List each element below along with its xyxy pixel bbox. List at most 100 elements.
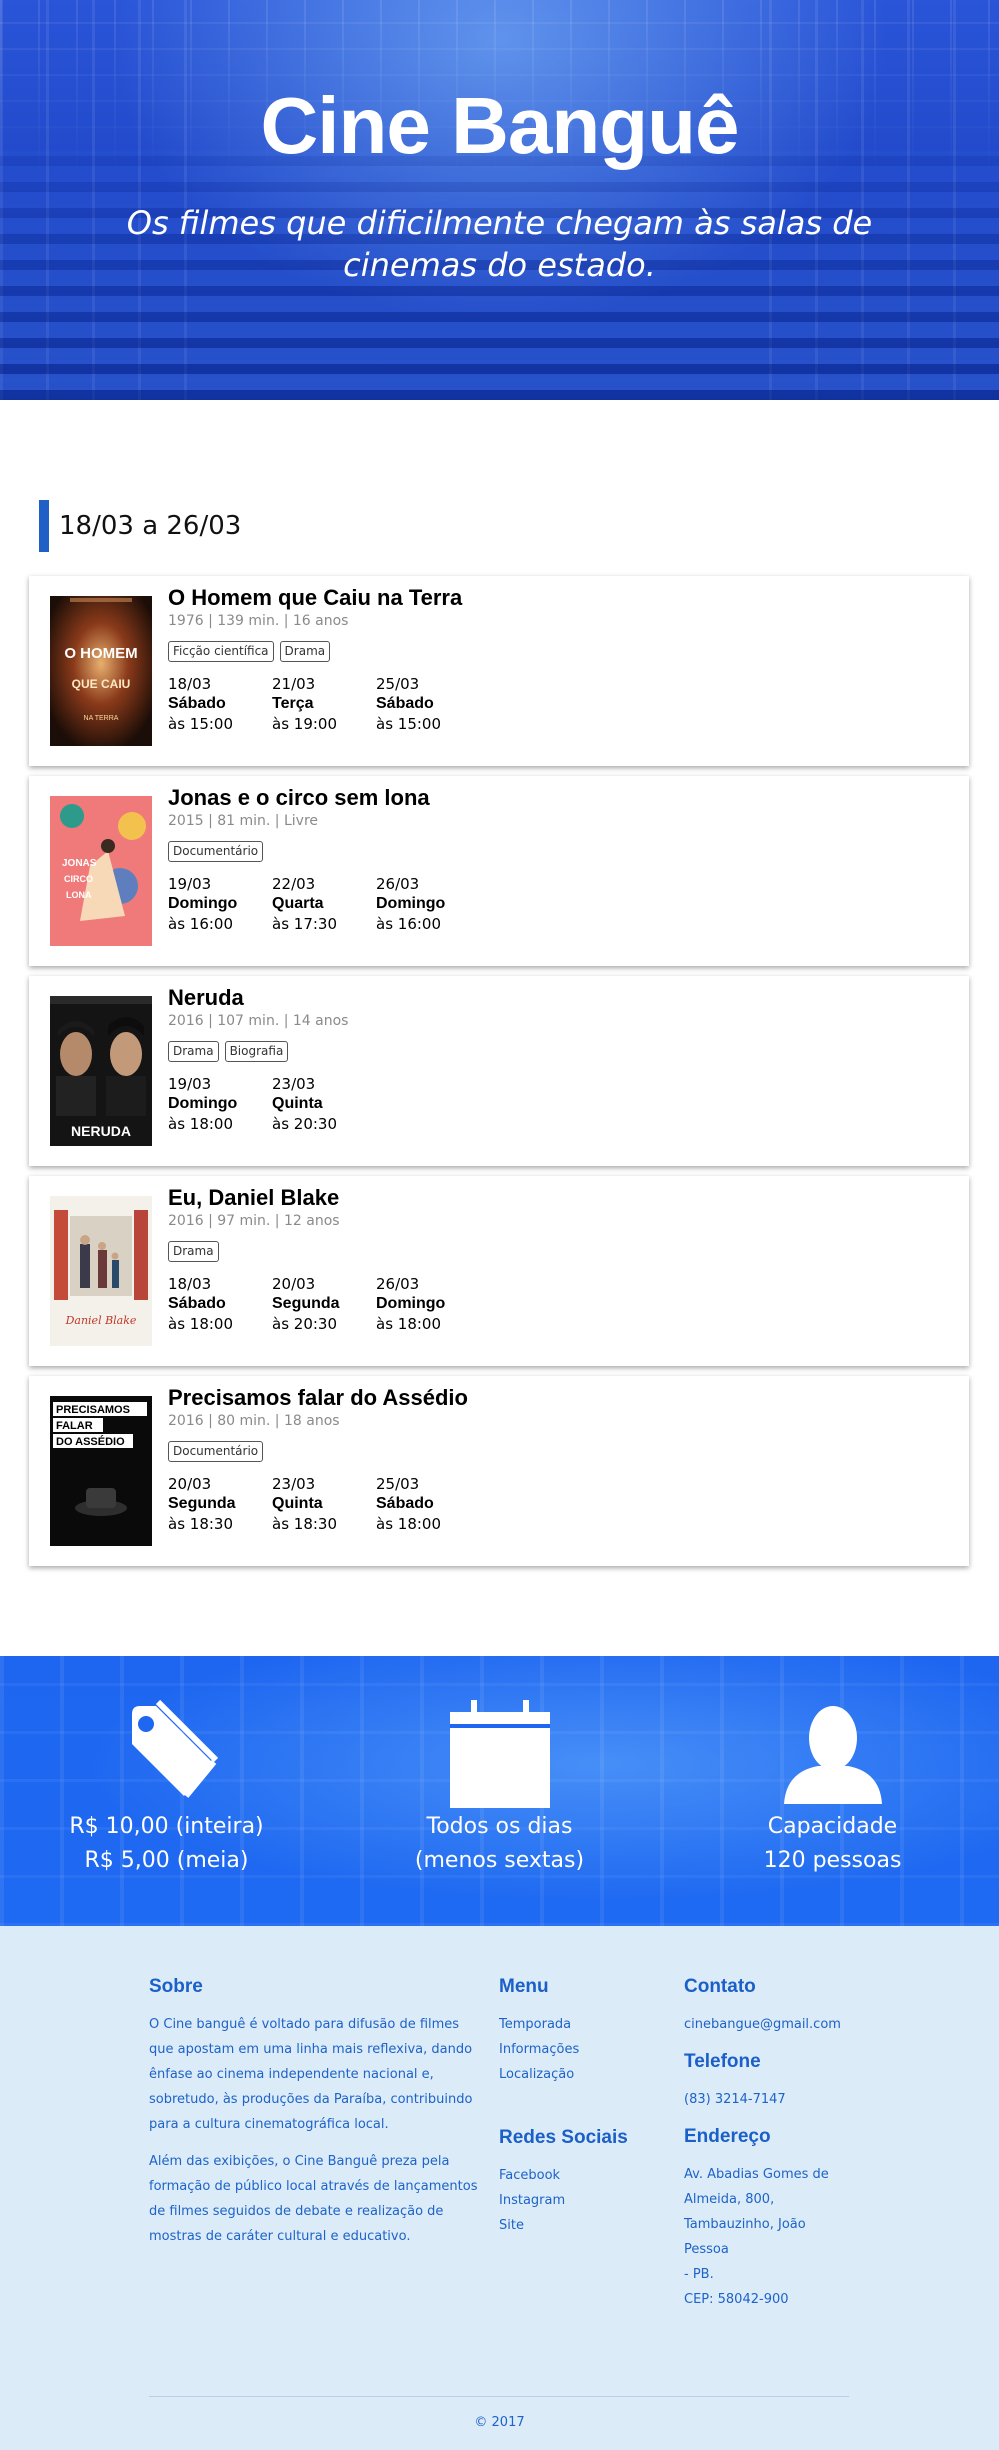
social-link-site[interactable]: Site [499,2213,669,2238]
session-time: às 20:30 [272,1315,338,1333]
film-meta: 2016 | 80 min. | 18 anos [168,1413,340,1429]
social-link-facebook[interactable]: Facebook [499,2163,669,2188]
film-card[interactable]: NERUDA Neruda 2016 | 107 min. | 14 anos … [29,976,969,1166]
session-weekday: Domingo [376,895,446,912]
address-line: Av. Abadias Gomes de [684,2167,829,2182]
film-title[interactable]: Eu, Daniel Blake [168,1184,949,1212]
film-title[interactable]: Jonas e o circo sem lona [168,784,949,812]
menu-link-localizacao[interactable]: Localização [499,2062,669,2087]
poster-text: NA TERRA [84,715,119,722]
session-date: 23/03 [272,1475,316,1493]
session-time: às 18:00 [168,1115,234,1133]
session-weekday: Domingo [168,1095,238,1112]
session-item: 19/03 Domingo às 16:00 [168,874,272,934]
session-item: 25/03 Sábado às 18:00 [376,1474,480,1534]
poster-text: JONAS [62,858,97,869]
film-meta: 1976 | 139 min. | 16 anos [168,613,349,629]
poster-text: O HOMEM [64,645,137,662]
session-item: 18/03 Sábado às 18:00 [168,1274,272,1334]
session-time: às 20:30 [272,1115,338,1133]
price-half: R$ 5,00 (meia) [84,1848,249,1873]
social-link-instagram[interactable]: Instagram [499,2188,669,2213]
session-weekday: Quinta [272,1095,323,1112]
film-poster[interactable]: NERUDA [50,996,152,1146]
about-paragraph: O Cine banguê é voltado para difusão de … [149,2017,473,2132]
address-line: - PB. [684,2267,714,2282]
address-postal-code: CEP: 58042-900 [684,2292,789,2307]
session-date: 25/03 [376,1475,420,1493]
phone-heading: Telefone [684,2051,761,2072]
session-date: 19/03 [168,1075,212,1093]
feature-days: Todos os dias (menos sextas) [333,1700,666,1878]
poster-text: LONA [66,890,92,900]
capacity-label: Capacidade [767,1814,898,1839]
film-poster[interactable]: JONAS CIRCO LONA [50,796,152,946]
film-meta: 2016 | 107 min. | 14 anos [168,1013,349,1029]
session-list: 19/03 Domingo às 18:00 23/03 Quinta às 20:30 [168,1074,949,1134]
session-item: 26/03 Domingo às 18:00 [376,1274,480,1334]
person-icon [666,1700,999,1810]
film-poster[interactable]: O HOMEM QUE CAIU NA TERRA [50,596,152,746]
period-accent-bar [39,500,49,552]
film-title[interactable]: Precisamos falar do Assédio [168,1384,949,1412]
footer-contact: Contato cinebangue@gmail.com Telefone (8… [684,1976,854,2312]
social-heading: Redes Sociais [499,2127,628,2148]
menu-heading: Menu [499,1976,549,1997]
genre-tag: Biografia [224,1041,289,1062]
footer-divider [149,2396,849,2397]
calendar-icon [333,1700,666,1810]
session-weekday: Quinta [272,1495,323,1512]
capacity-value: 120 pessoas [763,1848,902,1873]
info-features-band: R$ 10,00 (inteira) R$ 5,00 (meia) Todos … [0,1656,999,1926]
site-title: Cine Banguê [260,81,740,170]
session-item: 19/03 Domingo às 18:00 [168,1074,272,1134]
film-poster[interactable]: Daniel Blake [50,1196,152,1346]
menu-link-informacoes[interactable]: Informações [499,2037,669,2062]
film-card[interactable]: O HOMEM QUE CAIU NA TERRA O Homem que Ca… [29,576,969,766]
phone-number: (83) 3214-7147 [684,2092,786,2107]
about-heading: Sobre [149,1976,203,1997]
film-title[interactable]: Neruda [168,984,949,1012]
contact-email[interactable]: cinebangue@gmail.com [684,2012,854,2037]
session-time: às 19:00 [272,715,338,733]
session-date: 18/03 [168,675,212,693]
days-label: Todos os dias [426,1814,573,1839]
session-item: 23/03 Quinta às 18:30 [272,1474,376,1534]
poster-text: CIRCO [64,874,93,884]
film-card[interactable]: JONAS CIRCO LONA Jonas e o circo sem lon… [29,776,969,966]
session-weekday: Sábado [168,1295,226,1312]
session-date: 26/03 [376,875,420,893]
session-weekday: Sábado [376,695,434,712]
session-date: 22/03 [272,875,316,893]
price-full: R$ 10,00 (inteira) [69,1814,264,1839]
session-date: 20/03 [168,1475,212,1493]
session-item: 25/03 Sábado às 15:00 [376,674,480,734]
address-line: Tambauzinho, João Pessoa [684,2217,806,2257]
session-time: às 15:00 [168,715,234,733]
genre-tag: Drama [279,641,331,662]
poster-text: PRECISAMOS [56,1404,130,1416]
price-tag-icon [0,1700,333,1810]
film-meta: 2015 | 81 min. | Livre [168,813,319,829]
genre-tag: Documentário [168,1441,264,1462]
session-item: 26/03 Domingo às 16:00 [376,874,480,934]
schedule-section: 18/03 a 26/03 O HOMEM QUE CAIU NA TERRA [0,400,999,1656]
film-card[interactable]: PRECISAMOS FALAR DO ASSÉDIO Precisamos f… [29,1376,969,1566]
schedule-period-heading: 18/03 a 26/03 [39,500,970,552]
footer-about: Sobre O Cine banguê é voltado para difus… [149,1976,482,2261]
site-footer: Sobre O Cine banguê é voltado para difus… [0,1926,999,2450]
film-card[interactable]: Daniel Blake Eu, Daniel Blake 2016 | 97 … [29,1176,969,1366]
poster-text: DO ASSÉDIO [56,1435,125,1448]
genre-tag: Ficção científica [168,641,274,662]
film-poster[interactable]: PRECISAMOS FALAR DO ASSÉDIO [50,1396,152,1546]
session-list: 18/03 Sábado às 18:00 20/03 Segunda às 20:30… [168,1274,949,1334]
session-weekday: Quarta [272,895,324,912]
session-date: 26/03 [376,1275,420,1293]
film-title[interactable]: O Homem que Caiu na Terra [168,584,949,612]
session-weekday: Segunda [168,1495,236,1512]
session-weekday: Segunda [272,1295,340,1312]
menu-link-temporada[interactable]: Temporada [499,2012,669,2037]
period-label: 18/03 a 26/03 [59,511,242,541]
session-weekday: Sábado [376,1495,434,1512]
poster-text: FALAR [56,1420,93,1432]
